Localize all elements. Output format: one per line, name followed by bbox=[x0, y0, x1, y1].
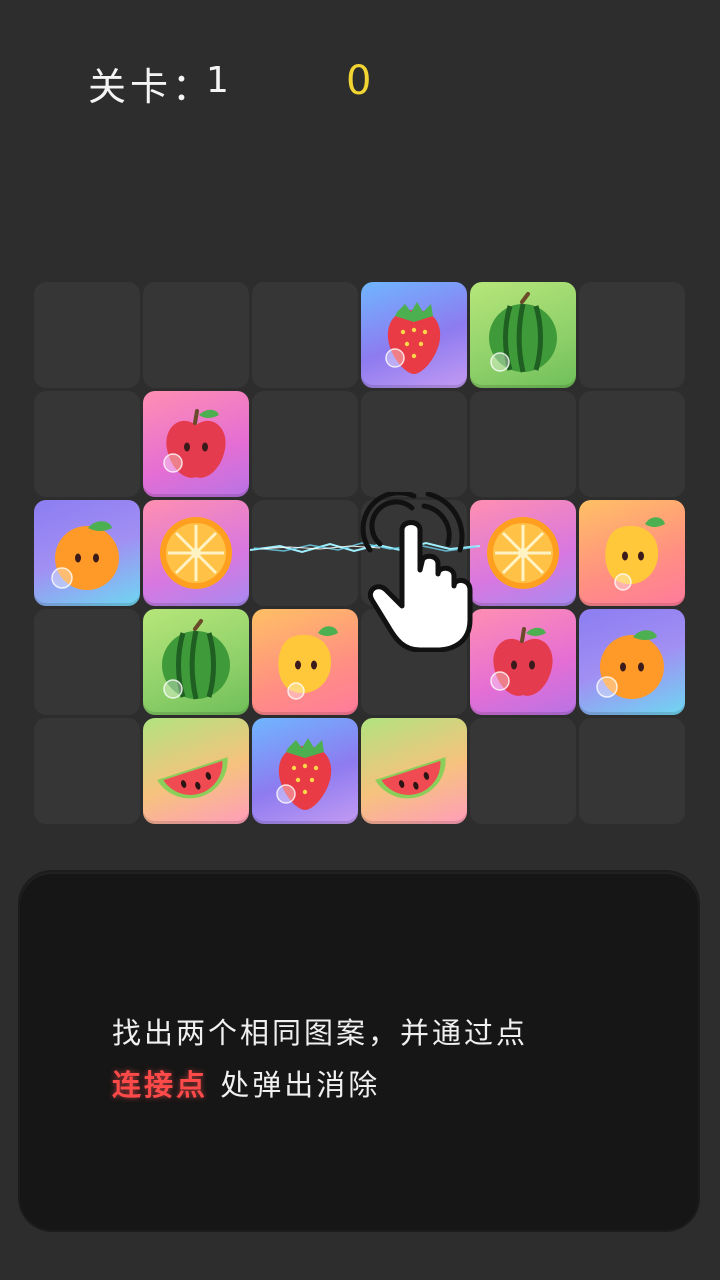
mango-tile[interactable] bbox=[252, 609, 358, 715]
strawberry-icon bbox=[385, 302, 441, 374]
apple-icon bbox=[163, 409, 226, 478]
empty-cell bbox=[470, 718, 576, 824]
watermelon-slice-icon bbox=[157, 757, 228, 799]
watermelon-slice-tile[interactable] bbox=[361, 718, 467, 824]
empty-cell bbox=[143, 282, 249, 388]
orange-icon bbox=[596, 630, 664, 699]
empty-cell bbox=[579, 391, 685, 497]
empty-cell bbox=[34, 282, 140, 388]
orange-tile[interactable] bbox=[34, 500, 140, 606]
strawberry-icon bbox=[276, 738, 332, 810]
watermelon-slice-tile[interactable] bbox=[143, 718, 249, 824]
strawberry-tile[interactable] bbox=[361, 282, 467, 388]
apple-tile[interactable] bbox=[143, 391, 249, 497]
empty-cell bbox=[252, 391, 358, 497]
orange-icon bbox=[51, 521, 119, 590]
watermelon-tile[interactable] bbox=[143, 609, 249, 715]
orange-tile[interactable] bbox=[579, 609, 685, 715]
mango-icon bbox=[278, 626, 338, 700]
hud: 关卡： 1 0 bbox=[0, 0, 720, 170]
watermelon-slice-icon bbox=[375, 757, 446, 799]
watermelon-icon bbox=[489, 292, 557, 373]
empty-cell bbox=[34, 718, 140, 824]
mango-icon bbox=[605, 517, 665, 591]
level-value: 1 bbox=[206, 60, 229, 101]
empty-cell bbox=[470, 391, 576, 497]
tip-text-line2: 连接点 处弹出消除 bbox=[112, 1062, 380, 1104]
tip-highlight: 连接点 bbox=[112, 1068, 209, 1102]
empty-cell bbox=[579, 718, 685, 824]
score: 0 bbox=[346, 58, 372, 104]
tap-hand-icon bbox=[360, 492, 473, 652]
tip-text-rest: 处弹出消除 bbox=[220, 1068, 381, 1102]
empty-cell bbox=[252, 282, 358, 388]
orange-slice-tile[interactable] bbox=[143, 500, 249, 606]
watermelon-tile[interactable] bbox=[470, 282, 576, 388]
orange-slice-icon bbox=[160, 517, 232, 589]
empty-cell bbox=[34, 609, 140, 715]
tip-text-line1: 找出两个相同图案，并通过点 bbox=[112, 1016, 529, 1050]
strawberry-tile[interactable] bbox=[252, 718, 358, 824]
empty-cell bbox=[579, 282, 685, 388]
mango-tile[interactable] bbox=[579, 500, 685, 606]
empty-cell bbox=[361, 391, 467, 497]
empty-cell bbox=[34, 391, 140, 497]
watermelon-icon bbox=[162, 619, 230, 700]
level-label: 关卡： bbox=[88, 65, 215, 109]
